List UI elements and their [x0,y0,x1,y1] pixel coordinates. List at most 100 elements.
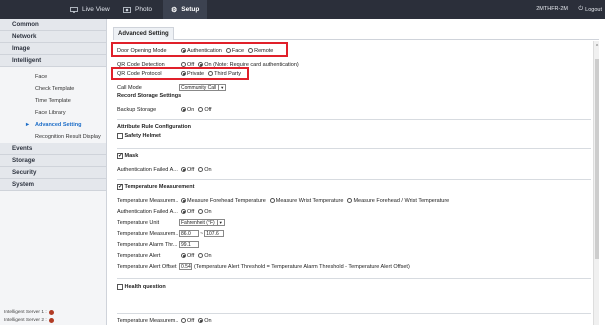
option-label: Off [187,61,195,68]
attribute-rule-title: Attribute Rule Configuration [117,124,191,130]
mask-auth-failed-on-option[interactable]: On [196,167,212,173]
option-label: Private [187,70,205,77]
range-separator: ~ [200,230,204,237]
sidebar-item-check-template[interactable]: Check Template [0,83,106,95]
backup-storage-on-option[interactable]: On [179,107,194,113]
alarm-threshold-input[interactable]: 99.1 [179,241,199,248]
radio-button[interactable] [347,198,353,203]
sidebar-item-advanced-setting[interactable]: ▸ Advanced Setting [0,119,106,131]
temperature-alert-on-option[interactable]: On [196,252,212,259]
sidebar-section-storage[interactable]: Storage [0,155,106,167]
radio-button[interactable] [269,198,275,203]
photo-label: Photo [135,6,152,13]
temperature-measurement-checkbox[interactable] [117,183,123,190]
sidebar-section-intelligent[interactable]: Intelligent [0,55,106,67]
sidebar-item-time-template[interactable]: Time Template [0,95,106,107]
record-storage-title: Record Storage Settings [117,93,182,99]
temperature-auth-failed-off-option[interactable]: Off [179,209,194,215]
temperature-mode-label: Temperature Measurem... [117,197,179,204]
temperature-range-min-input[interactable]: 86.0 [179,230,199,237]
radio-button[interactable] [198,107,204,112]
wrist-temperature-option[interactable]: Measure Wrist Temperature [268,198,343,204]
temperature-auth-failed-on-option[interactable]: On [196,209,212,215]
radio-button[interactable] [181,209,186,214]
vertical-scrollbar[interactable]: ^ [593,41,599,325]
qr-detection-off-option[interactable]: Off [179,62,194,68]
radio-button[interactable] [198,318,204,323]
temperature-range-max-input[interactable]: 107.6 [204,230,225,237]
radio-button[interactable] [198,62,204,67]
safety-helmet-checkbox-row: Safety Helmet [117,133,161,139]
backup-storage-off-option[interactable]: Off [196,107,212,113]
sidebar-section-events[interactable]: Events [0,143,106,155]
tab-advanced-setting[interactable]: Advanced Setting [113,27,174,40]
temperature-alert-label: Temperature Alert [117,252,161,259]
status-dot-icon [48,310,54,315]
temperature-checkbox-row: Temperature Measurement [117,183,194,190]
alert-offset-input[interactable]: 0.54 [179,263,192,270]
mask-checkbox-row: Mask [117,152,139,159]
qr-code-detection-label: QR Code Detection [117,61,165,68]
radio-button[interactable] [248,48,254,53]
bottom-temperature-on-option[interactable]: On [196,318,212,324]
qr-code-detection-row: QR Code Detection Off On (Note: Require … [117,60,301,69]
call-mode-select[interactable]: Community Call ▼ [179,84,227,91]
bottom-temperature-off-option[interactable]: Off [179,318,194,324]
radio-button[interactable] [181,107,186,112]
chevron-up-icon[interactable]: ^ [594,44,600,50]
server-label: Intelligent Server 2 : [4,318,47,323]
mask-label: Mask [124,153,139,159]
divider [117,313,591,314]
radio-button[interactable] [225,48,231,53]
temperature-auth-failed-row: Authentication Failed A... Off On [117,207,214,216]
door-mode-face-option[interactable]: Face [224,48,244,54]
door-mode-authentication-option[interactable]: Authentication [179,48,222,54]
radio-button[interactable] [198,209,204,214]
mask-auth-failed-off-option[interactable]: Off [179,167,194,173]
qr-detection-on-option[interactable]: On (Note: Require card authentication) [196,62,299,68]
username-label: 2MTHFR-2M [536,6,568,12]
health-question-checkbox[interactable] [117,284,123,290]
radio-button[interactable] [208,71,214,76]
forehead-temperature-option[interactable]: Measure Forehead Temperature [179,198,266,204]
radio-button[interactable] [181,167,186,172]
sidebar-item-face-library[interactable]: Face Library [0,107,106,119]
setup-tab[interactable]: ⚙ Setup [163,0,208,19]
safety-helmet-checkbox[interactable] [117,133,123,139]
option-label: On [204,252,212,259]
sidebar-section-image[interactable]: Image [0,43,106,55]
radio-button[interactable] [181,253,186,258]
sidebar-item-recognition-result-display[interactable]: Recognition Result Display [0,131,106,143]
health-question-checkbox-row: Health question [117,284,166,290]
sidebar-section-system[interactable]: System [0,179,106,191]
sidebar-section-security[interactable]: Security [0,167,106,179]
live-view-tab[interactable]: Live View [70,0,110,19]
divider [117,119,591,120]
radio-button[interactable] [181,198,186,203]
door-mode-remote-option[interactable]: Remote [246,48,273,54]
temperature-alert-off-option[interactable]: Off [179,253,194,259]
mask-auth-failed-label: Authentication Failed A... [117,166,178,173]
qr-protocol-third-party-option[interactable]: Third Party [206,71,241,77]
temperature-unit-select[interactable]: Fahrenheit (°F) ▼ [179,219,225,226]
sidebar-section-common[interactable]: Common [0,19,106,31]
mask-checkbox[interactable] [117,152,123,159]
logout-button[interactable]: ⏻ Logout [578,0,602,19]
qr-protocol-private-option[interactable]: Private [179,71,204,77]
sidebar-item-face[interactable]: Face [0,71,106,83]
radio-button[interactable] [181,318,186,323]
call-mode-label: Call Mode [117,84,142,91]
option-label: Off [187,208,195,215]
scrollbar-thumb[interactable] [595,59,599,259]
chevron-down-icon: ▼ [216,220,223,225]
photo-tab[interactable]: Photo [123,0,152,19]
photo-icon [123,6,131,13]
radio-button[interactable] [198,167,204,172]
radio-button[interactable] [181,71,186,76]
radio-button[interactable] [181,62,186,67]
alert-offset-label: Temperature Alert Offset [117,263,177,270]
radio-button[interactable] [198,253,204,258]
radio-button[interactable] [181,48,186,53]
sidebar-section-network[interactable]: Network [0,31,106,43]
forehead-wrist-temperature-option[interactable]: Measure Forehead / Wrist Temperature [345,198,449,204]
